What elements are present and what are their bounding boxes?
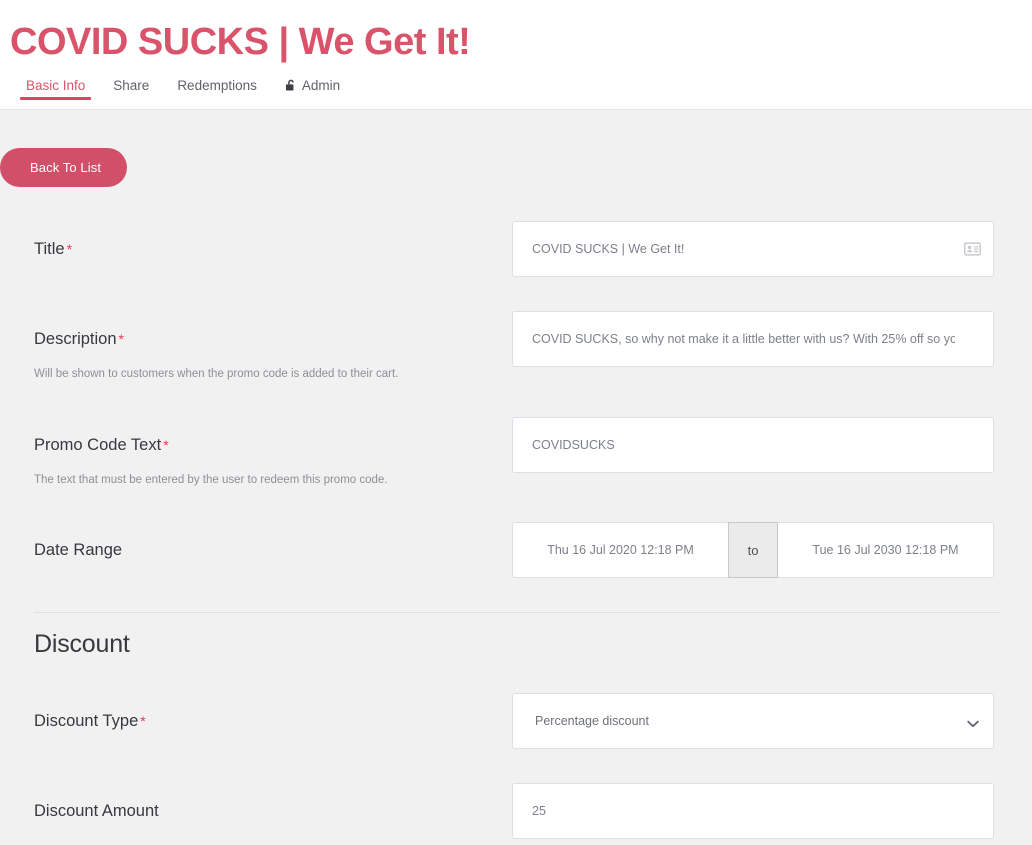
id-card-icon[interactable] xyxy=(964,242,981,256)
field-row-title: Title * COVID SUCKS | We Get It! xyxy=(34,221,998,277)
date-range-end-input[interactable]: Tue 16 Jul 2030 12:18 PM xyxy=(777,522,994,579)
chevron-down-icon[interactable] xyxy=(967,717,979,728)
description-input[interactable]: COVID SUCKS, so why not make it a little… xyxy=(512,311,994,367)
title-input[interactable]: COVID SUCKS | We Get It! xyxy=(512,221,994,277)
back-button-container: Back To List xyxy=(0,110,998,187)
tab-redemptions[interactable]: Redemptions xyxy=(163,74,271,100)
field-row-promo-code: Promo Code Text * The text that must be e… xyxy=(34,416,998,489)
promo-code-input-column: COVIDSUCKS xyxy=(512,416,998,473)
field-row-date-range: Date Range Thu 16 Jul 2020 12:18 PM to T… xyxy=(34,522,998,579)
section-divider xyxy=(34,612,1000,614)
tab-share-label: Share xyxy=(113,77,150,93)
description-help-text: Will be shown to customers when the prom… xyxy=(34,368,399,381)
description-label: Description * xyxy=(34,329,512,350)
discount-type-selected-value: Percentage discount xyxy=(535,714,649,729)
promo-code-label: Promo Code Text * xyxy=(34,435,512,456)
discount-amount-label-column: Discount Amount xyxy=(34,783,512,822)
discount-amount-input[interactable]: 25 xyxy=(512,783,994,840)
date-range-start-input[interactable]: Thu 16 Jul 2020 12:18 PM xyxy=(512,522,729,579)
description-label-text: Description xyxy=(34,330,117,348)
tab-share[interactable]: Share xyxy=(99,74,163,100)
tab-redemptions-label: Redemptions xyxy=(177,77,257,93)
description-input-column: COVID SUCKS, so why not make it a little… xyxy=(512,311,998,367)
tab-admin-label: Admin xyxy=(301,77,341,93)
tab-basic-info-label: Basic Info xyxy=(26,77,86,93)
promo-code-label-column: Promo Code Text * The text that must be e… xyxy=(34,417,512,489)
promo-code-label-text: Promo Code Text xyxy=(34,435,162,454)
title-input-value: COVID SUCKS | We Get It! xyxy=(532,242,685,256)
description-label-column: Description * Will be shown to customers … xyxy=(34,311,512,383)
field-row-discount-type: Discount Type * Percentage discount xyxy=(34,693,998,750)
title-label-column: Title * xyxy=(34,221,512,260)
title-input-column: COVID SUCKS | We Get It! xyxy=(512,221,998,277)
promo-code-required-mark: * xyxy=(163,436,169,453)
discount-type-select[interactable]: Percentage discount xyxy=(512,693,994,750)
discount-amount-input-column: 25 xyxy=(512,783,998,840)
discount-section-title: Discount xyxy=(34,630,130,659)
description-required-mark: * xyxy=(118,331,124,347)
field-row-discount-amount: Discount Amount 25 xyxy=(34,783,998,840)
discount-amount-label: Discount Amount xyxy=(34,802,159,821)
tab-admin[interactable]: Admin xyxy=(271,74,354,100)
field-row-description: Description * Will be shown to customers … xyxy=(34,311,998,383)
discount-type-input-column: Percentage discount xyxy=(512,693,998,750)
main-content: Back To List Title * COVID SUCKS | We Get… xyxy=(0,110,1032,840)
title-label-text: Title xyxy=(34,240,65,258)
date-range-label-column: Date Range xyxy=(34,522,512,561)
page-title: COVID SUCKS | We Get It! xyxy=(10,21,471,63)
app-header: COVID SUCKS | We Get It! Basic Info Shar… xyxy=(0,0,1032,110)
tab-basic-info[interactable]: Basic Info xyxy=(12,74,99,100)
discount-type-label-text: Discount Type xyxy=(34,712,139,731)
promo-code-input[interactable]: COVIDSUCKS xyxy=(512,416,994,473)
unlock-icon xyxy=(285,79,297,92)
title-label: Title * xyxy=(34,239,512,260)
date-range-separator: to xyxy=(728,522,778,579)
title-required-mark: * xyxy=(66,241,73,257)
tab-bar: Basic Info Share Redemptions Admin xyxy=(0,74,1032,100)
date-range-label: Date Range xyxy=(34,541,123,560)
date-range-input-column: Thu 16 Jul 2020 12:18 PM to Tue 16 Jul 2… xyxy=(512,522,998,579)
discount-type-label-column: Discount Type * xyxy=(34,693,512,732)
promo-code-input-value: COVIDSUCKS xyxy=(532,437,615,452)
discount-type-required-mark: * xyxy=(140,713,146,730)
promo-code-help-text: The text that must be entered by the use… xyxy=(34,473,388,486)
date-range-group: Thu 16 Jul 2020 12:18 PM to Tue 16 Jul 2… xyxy=(512,522,994,579)
discount-amount-input-value: 25 xyxy=(532,804,546,819)
back-to-list-button[interactable]: Back To List xyxy=(0,148,128,187)
discount-type-label: Discount Type * xyxy=(34,711,512,732)
description-input-value: COVID SUCKS, so why not make it a little… xyxy=(532,332,955,346)
